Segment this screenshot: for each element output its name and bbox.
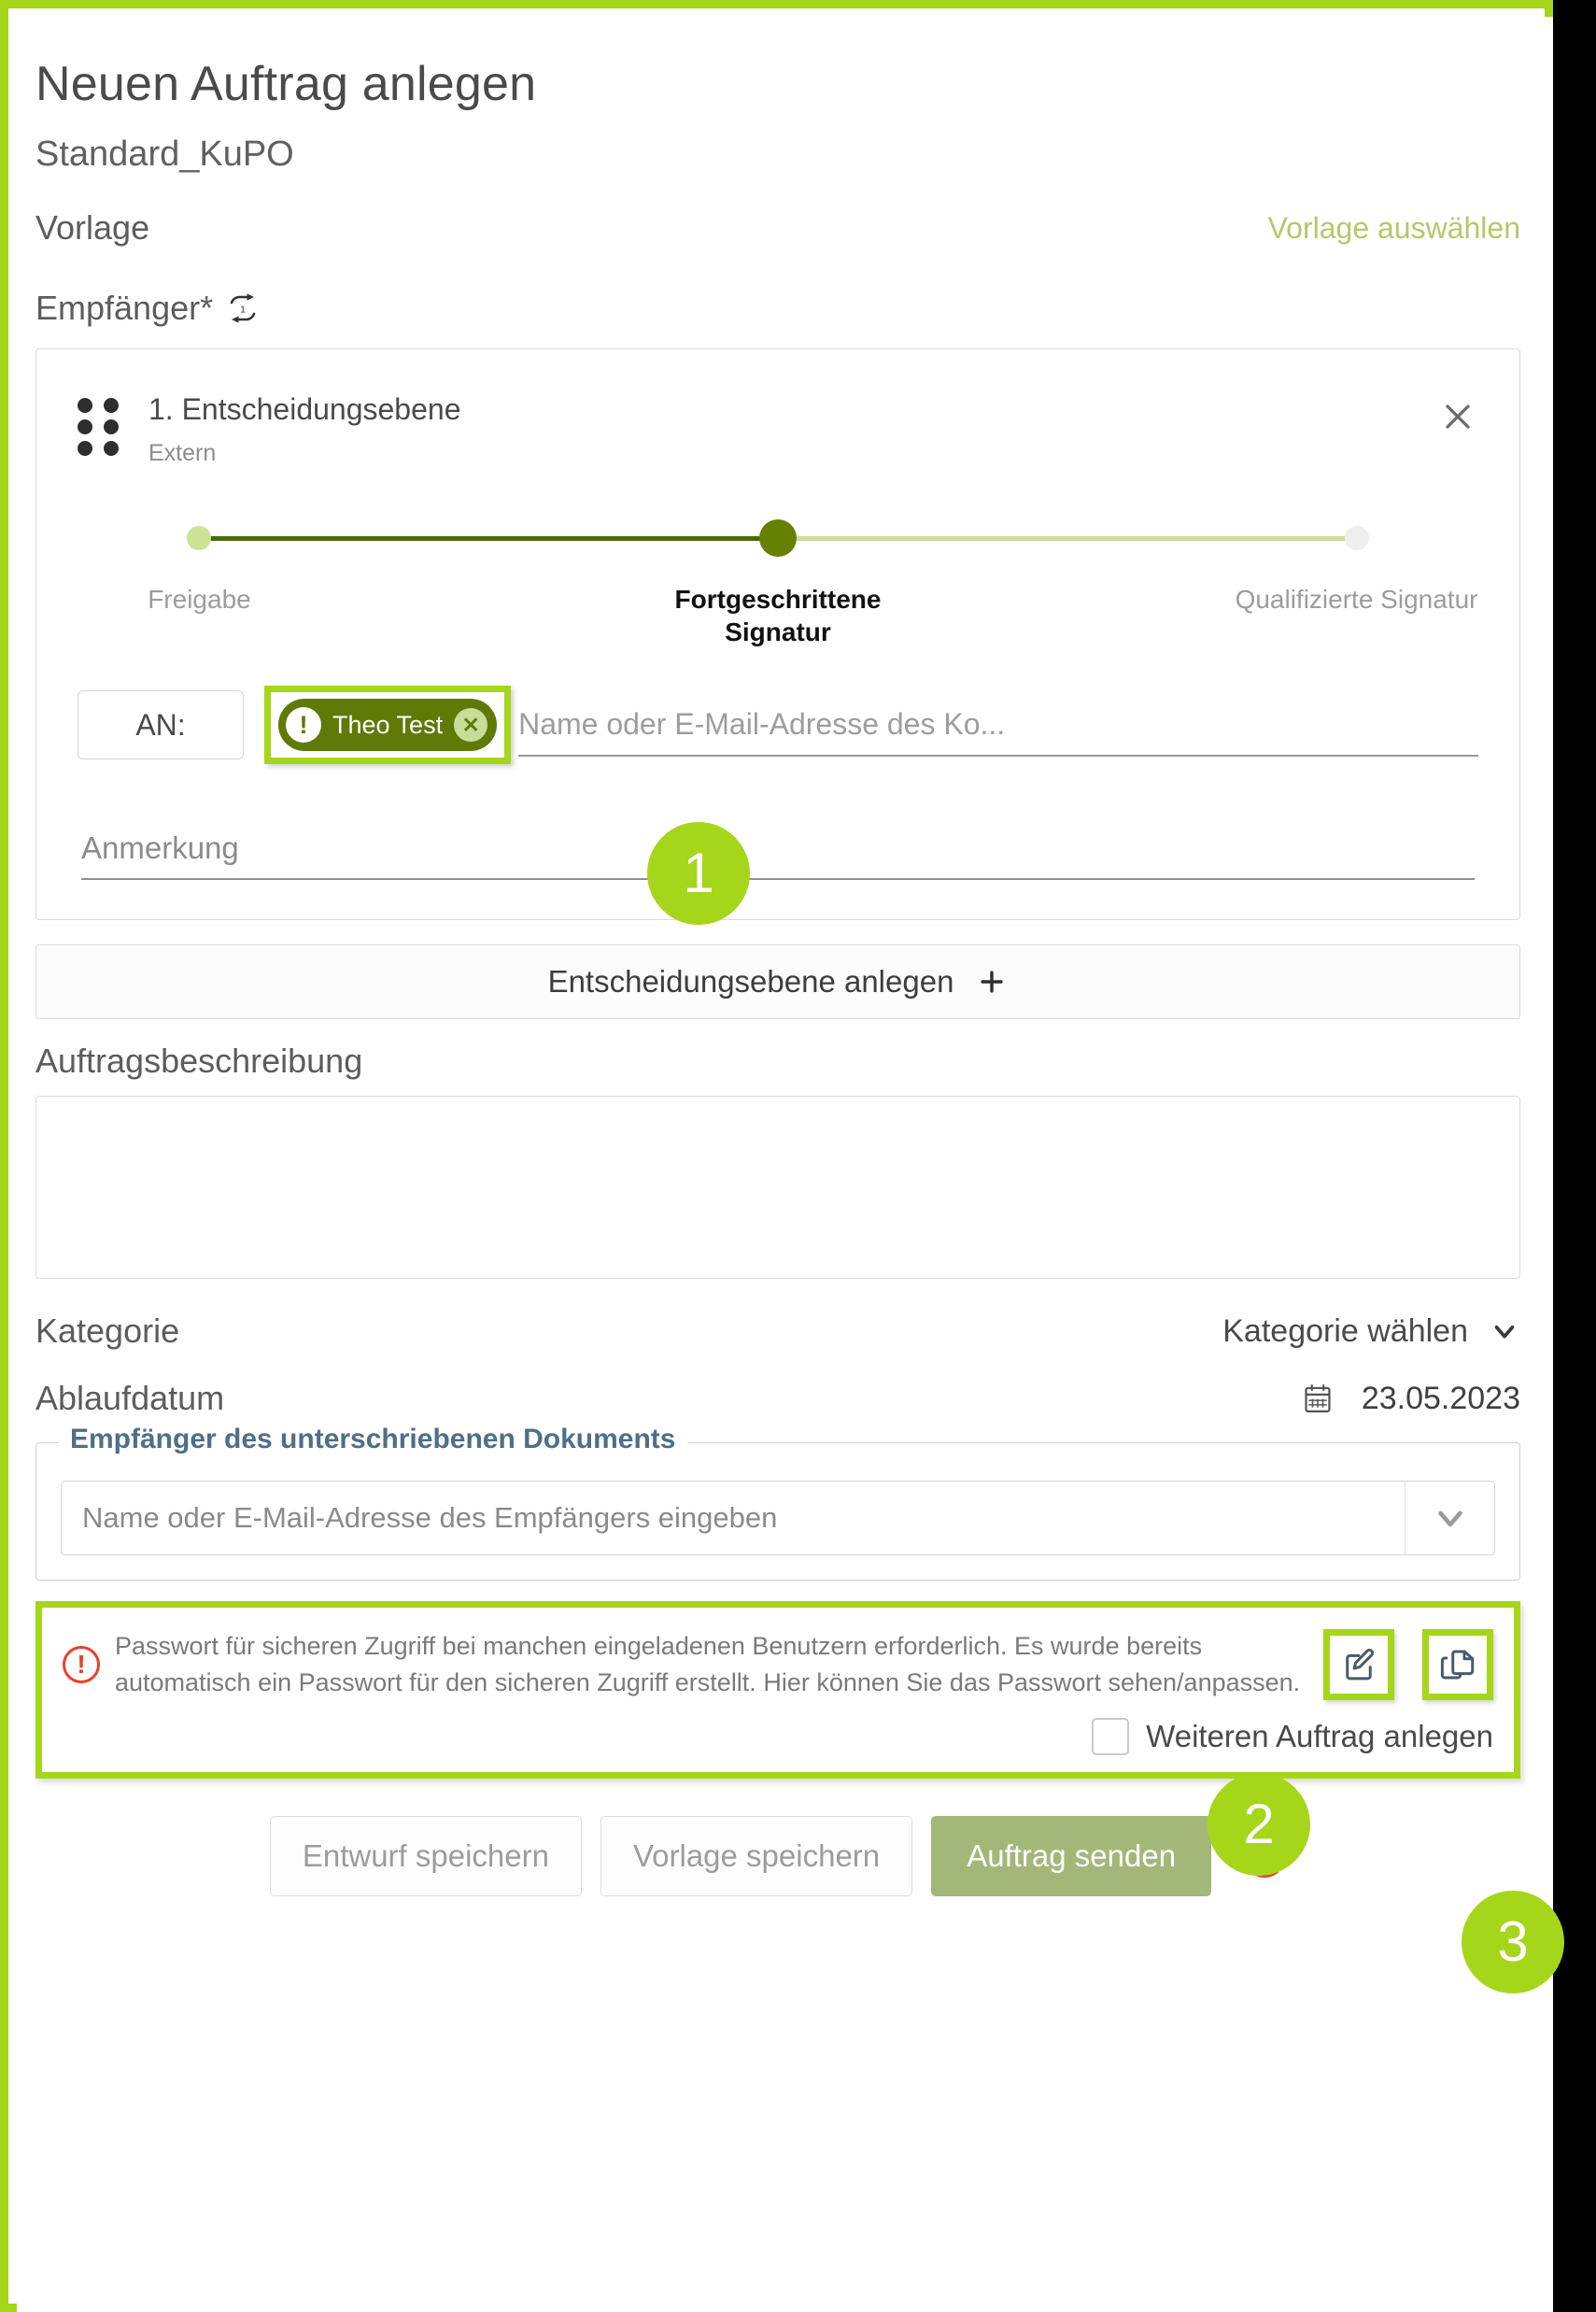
swap-recipients-icon[interactable]: 1 xyxy=(226,291,260,325)
screenshot-root: Neuen Auftrag anlegen Standard_KuPO Vorl… xyxy=(0,0,1596,2312)
highlight-frame-chip: ! Theo Test ✕ xyxy=(264,686,512,764)
note-row xyxy=(78,818,1478,880)
expiry-row: Ablaufdatum 23.05.2023 xyxy=(35,1379,1520,1418)
category-row: Kategorie Kategorie wählen xyxy=(35,1312,1520,1351)
stepper-dot-qualifizierte-signatur[interactable] xyxy=(1344,526,1369,550)
chevron-down-icon xyxy=(1489,1315,1520,1347)
stepper-track-remaining xyxy=(778,536,1357,541)
highlight-frame-outer: Neuen Auftrag anlegen Standard_KuPO Vorl… xyxy=(0,0,1553,2312)
another-order-row: Weiteren Auftrag anlegen xyxy=(63,1718,1493,1756)
decision-level-subtitle: Extern xyxy=(148,440,217,466)
recipients-label: Empfänger* xyxy=(35,289,214,327)
highlight-frame-edit-password xyxy=(1323,1629,1394,1701)
stepper-labels: Freigabe Fortgeschrittene Signatur Quali… xyxy=(120,583,1477,669)
calendar-icon xyxy=(1302,1382,1334,1415)
copy-duplicate-icon[interactable] xyxy=(1438,1645,1477,1684)
page-subtitle: Standard_KuPO xyxy=(35,135,294,174)
add-decision-level-label: Entscheidungsebene anlegen xyxy=(547,964,954,999)
chip-label: Theo Test xyxy=(332,710,444,739)
recipients-label-row: Empfänger* 1 xyxy=(35,289,1520,328)
password-notice: ! Passwort für sicheren Zugriff bei manc… xyxy=(63,1628,1493,1701)
description-textarea[interactable] xyxy=(35,1096,1520,1279)
callout-badge-2: 2 xyxy=(1208,1773,1310,1876)
expiry-date-picker[interactable]: 23.05.2023 xyxy=(1302,1381,1520,1417)
chevron-down-icon[interactable] xyxy=(1405,1482,1494,1554)
template-row: Vorlage Vorlage auswählen xyxy=(35,208,1520,248)
signed-doc-recipients-legend: Empfänger des unterschriebenen Dokuments xyxy=(59,1424,687,1455)
template-label: Vorlage xyxy=(35,208,150,247)
stepper-label-fortgeschrittene-signatur[interactable]: Fortgeschrittene Signatur xyxy=(619,583,937,648)
close-icon[interactable] xyxy=(1437,396,1478,437)
category-selected-value: Kategorie wählen xyxy=(1222,1312,1468,1349)
warning-icon: ! xyxy=(63,1646,100,1684)
signed-doc-recipient-select xyxy=(61,1481,1495,1555)
edit-pencil-icon[interactable] xyxy=(1339,1645,1378,1684)
page-title: Neuen Auftrag anlegen xyxy=(35,57,537,111)
expiry-label: Ablaufdatum xyxy=(35,1379,225,1417)
signature-level-stepper xyxy=(120,519,1435,559)
chip-remove-icon[interactable]: ✕ xyxy=(454,708,488,742)
password-notice-text: Passwort für sicheren Zugriff bei manche… xyxy=(115,1632,1301,1697)
stepper-label-qualifizierte-signatur[interactable]: Qualifizierte Signatur xyxy=(1198,583,1516,616)
card-header: 1. Entscheidungsebene Extern xyxy=(78,392,1478,467)
select-template-link[interactable]: Vorlage auswählen xyxy=(1268,211,1520,246)
send-order-button[interactable]: Auftrag senden xyxy=(931,1816,1212,1897)
signed-doc-recipients-fieldset: Empfänger des unterschriebenen Dokuments xyxy=(35,1424,1520,1581)
signed-doc-recipient-input[interactable] xyxy=(62,1482,1405,1554)
highlight-frame-password-block: ! Passwort für sicheren Zugriff bei manc… xyxy=(35,1601,1520,1780)
decision-level-title: 1. Entscheidungsebene xyxy=(148,392,461,426)
save-template-button[interactable]: Vorlage speichern xyxy=(600,1816,913,1897)
recipient-input-row: AN: ! Theo Test ✕ xyxy=(78,686,1478,764)
another-order-checkbox[interactable] xyxy=(1092,1718,1130,1756)
category-select[interactable]: Kategorie wählen xyxy=(1222,1313,1520,1350)
expiry-date-value: 23.05.2023 xyxy=(1361,1380,1520,1416)
dialog-new-order: Neuen Auftrag anlegen Standard_KuPO Vorl… xyxy=(17,17,1553,2312)
highlight-frame-copy-password xyxy=(1422,1629,1493,1701)
chip-warning-icon: ! xyxy=(286,707,321,743)
another-order-label: Weiteren Auftrag anlegen xyxy=(1146,1719,1493,1754)
description-label: Auftragsbeschreibung xyxy=(35,1042,363,1080)
stepper-dot-freigabe[interactable] xyxy=(187,526,212,550)
note-input[interactable] xyxy=(81,818,1475,880)
stepper-label-freigabe[interactable]: Freigabe xyxy=(40,583,358,616)
recipient-chip[interactable]: ! Theo Test ✕ xyxy=(278,699,498,751)
callout-badge-3: 3 xyxy=(1462,1891,1564,1993)
decision-level-card: 1. Entscheidungsebene Extern Freigabe Fo… xyxy=(35,348,1520,920)
stepper-track-completed xyxy=(199,536,778,541)
save-draft-button[interactable]: Entwurf speichern xyxy=(269,1816,582,1897)
callout-badge-1: 1 xyxy=(647,822,750,925)
an-toggle-button[interactable]: AN: xyxy=(78,690,244,759)
recipient-search-input[interactable] xyxy=(518,693,1478,757)
category-label: Kategorie xyxy=(35,1312,180,1350)
svg-text:1: 1 xyxy=(240,305,246,316)
add-decision-level-button[interactable]: Entscheidungsebene anlegen xyxy=(35,944,1520,1019)
drag-handle-icon[interactable] xyxy=(78,398,120,456)
plus-icon xyxy=(976,966,1008,998)
stepper-dot-fortgeschrittene-signatur[interactable] xyxy=(759,519,797,557)
